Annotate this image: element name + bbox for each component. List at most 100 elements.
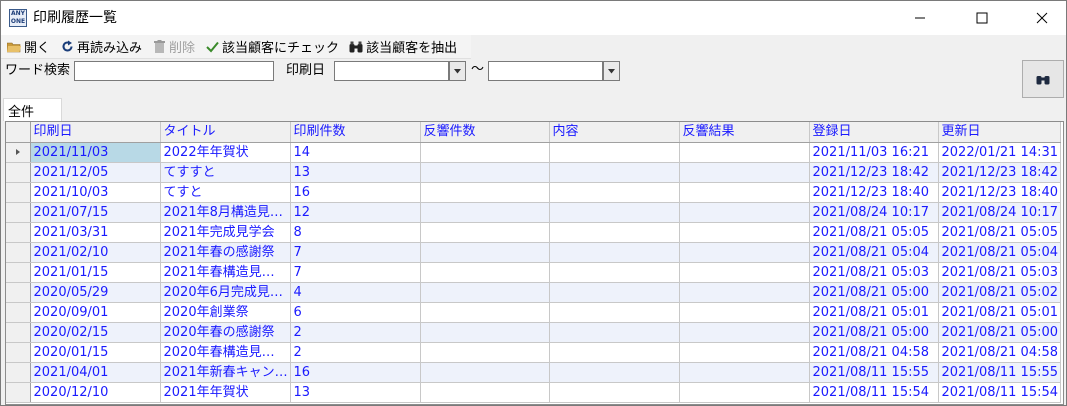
column-header-updated-date[interactable]: 更新日	[938, 122, 1061, 143]
print-count-cell[interactable]: 8	[290, 222, 421, 243]
title-cell[interactable]: 2021年年賀状	[160, 382, 291, 403]
response-result-cell[interactable]	[679, 142, 810, 163]
table-row[interactable]: 2021/11/03 2022年年賀状 14 2021/11/03 16:21 2022…	[6, 142, 1061, 163]
minimize-button[interactable]	[897, 1, 943, 35]
registered-date-cell[interactable]: 2021/08/21 05:00	[809, 322, 939, 343]
print-count-cell[interactable]: 13	[290, 382, 421, 403]
print-date-cell[interactable]: 2021/02/10	[30, 242, 161, 263]
updated-date-cell[interactable]: 2021/08/21 05:00	[938, 322, 1061, 343]
row-header[interactable]	[6, 162, 31, 183]
open-button[interactable]: 開く	[3, 36, 54, 58]
column-header-response-result[interactable]: 反響結果	[679, 122, 810, 143]
registered-date-cell[interactable]: 2021/08/21 05:04	[809, 242, 939, 263]
response-count-cell[interactable]	[420, 242, 550, 263]
row-header[interactable]	[6, 382, 31, 403]
print-date-cell[interactable]: 2021/12/05	[30, 162, 161, 183]
content-cell[interactable]	[549, 162, 680, 183]
registered-date-cell[interactable]: 2021/08/21 05:00	[809, 282, 939, 303]
response-count-cell[interactable]	[420, 142, 550, 163]
updated-date-cell[interactable]: 2022/01/21 14:31	[938, 142, 1061, 163]
row-header[interactable]	[6, 202, 31, 223]
response-count-cell[interactable]	[420, 262, 550, 283]
column-header-title[interactable]: タイトル	[160, 122, 291, 143]
content-cell[interactable]	[549, 202, 680, 223]
title-cell[interactable]: 2020年春の感謝祭	[160, 322, 291, 343]
response-count-cell[interactable]	[420, 282, 550, 303]
title-cell[interactable]: 2020年6月完成見…	[160, 282, 291, 303]
print-count-cell[interactable]: 7	[290, 242, 421, 263]
tab-all[interactable]: 全件	[3, 98, 62, 121]
title-cell[interactable]: 2021年完成見学会	[160, 222, 291, 243]
content-cell[interactable]	[549, 222, 680, 243]
table-row[interactable]: 2020/05/29 2020年6月完成見… 4 2021/08/21 05:00 20…	[6, 282, 1061, 303]
response-result-cell[interactable]	[679, 182, 810, 203]
title-cell[interactable]: 2022年年賀状	[160, 142, 291, 163]
response-result-cell[interactable]	[679, 222, 810, 243]
content-cell[interactable]	[549, 382, 680, 403]
row-header[interactable]	[6, 342, 31, 363]
table-row[interactable]: 2020/01/15 2020年春構造見… 2 2021/08/21 04:58 202…	[6, 342, 1061, 363]
registered-date-cell[interactable]: 2021/08/21 05:03	[809, 262, 939, 283]
column-header-content[interactable]: 内容	[549, 122, 680, 143]
keyword-search-input[interactable]	[74, 61, 274, 81]
close-button[interactable]	[1019, 1, 1065, 35]
row-header[interactable]	[6, 242, 31, 263]
column-header-print-count[interactable]: 印刷件数	[290, 122, 421, 143]
row-header[interactable]	[6, 302, 31, 323]
content-cell[interactable]	[549, 242, 680, 263]
response-count-cell[interactable]	[420, 382, 550, 403]
updated-date-cell[interactable]: 2021/08/11 15:54	[938, 382, 1061, 403]
updated-date-cell[interactable]: 2021/08/21 05:02	[938, 282, 1061, 303]
response-result-cell[interactable]	[679, 202, 810, 223]
print-date-cell[interactable]: 2021/07/15	[30, 202, 161, 223]
response-count-cell[interactable]	[420, 322, 550, 343]
print-date-cell[interactable]: 2021/11/03	[30, 142, 161, 163]
updated-date-cell[interactable]: 2021/12/23 18:42	[938, 162, 1061, 183]
registered-date-cell[interactable]: 2021/08/11 15:55	[809, 362, 939, 383]
registered-date-cell[interactable]: 2021/12/23 18:40	[809, 182, 939, 203]
print-count-cell[interactable]: 2	[290, 322, 421, 343]
print-count-cell[interactable]: 16	[290, 362, 421, 383]
title-cell[interactable]: てすすと	[160, 162, 291, 183]
updated-date-cell[interactable]: 2021/08/11 15:55	[938, 362, 1061, 383]
title-cell[interactable]: 2021年8月構造見…	[160, 202, 291, 223]
response-result-cell[interactable]	[679, 322, 810, 343]
response-result-cell[interactable]	[679, 362, 810, 383]
response-count-cell[interactable]	[420, 162, 550, 183]
print-date-cell[interactable]: 2020/02/15	[30, 322, 161, 343]
content-cell[interactable]	[549, 142, 680, 163]
content-cell[interactable]	[549, 342, 680, 363]
print-date-cell[interactable]: 2021/01/15	[30, 262, 161, 283]
title-cell[interactable]: 2021年春の感謝祭	[160, 242, 291, 263]
registered-date-cell[interactable]: 2021/08/24 10:17	[809, 202, 939, 223]
row-header[interactable]	[6, 282, 31, 303]
column-header-response-count[interactable]: 反響件数	[420, 122, 550, 143]
row-header[interactable]	[6, 322, 31, 343]
updated-date-cell[interactable]: 2021/12/23 18:40	[938, 182, 1061, 203]
print-date-cell[interactable]: 2020/01/15	[30, 342, 161, 363]
date-to-dropdown-button[interactable]	[603, 61, 620, 81]
response-count-cell[interactable]	[420, 222, 550, 243]
response-result-cell[interactable]	[679, 262, 810, 283]
row-header[interactable]	[6, 142, 31, 163]
table-row[interactable]: 2021/04/01 2021年新春キャン… 16 2021/08/11 15:55 2…	[6, 362, 1061, 383]
response-count-cell[interactable]	[420, 342, 550, 363]
print-count-cell[interactable]: 2	[290, 342, 421, 363]
response-count-cell[interactable]	[420, 362, 550, 383]
title-cell[interactable]: 2021年春構造見…	[160, 262, 291, 283]
row-header[interactable]	[6, 362, 31, 383]
table-row[interactable]: 2021/10/03 てすと 16 2021/12/23 18:40 2021/12/2…	[6, 182, 1061, 203]
print-date-cell[interactable]: 2020/09/01	[30, 302, 161, 323]
updated-date-cell[interactable]: 2021/08/21 05:03	[938, 262, 1061, 283]
print-count-cell[interactable]: 14	[290, 142, 421, 163]
title-cell[interactable]: 2021年新春キャン…	[160, 362, 291, 383]
content-cell[interactable]	[549, 362, 680, 383]
response-result-cell[interactable]	[679, 282, 810, 303]
reload-button[interactable]: 再読み込み	[56, 36, 146, 58]
print-date-to-input[interactable]	[488, 61, 603, 81]
table-row[interactable]: 2020/09/01 2020年創業祭 6 2021/08/21 05:01 2021/…	[6, 302, 1061, 323]
updated-date-cell[interactable]: 2021/08/21 05:01	[938, 302, 1061, 323]
delete-button[interactable]: 削除	[148, 36, 199, 58]
table-row[interactable]: 2020/02/15 2020年春の感謝祭 2 2021/08/21 05:00 202…	[6, 322, 1061, 343]
print-date-cell[interactable]: 2020/12/10	[30, 382, 161, 403]
